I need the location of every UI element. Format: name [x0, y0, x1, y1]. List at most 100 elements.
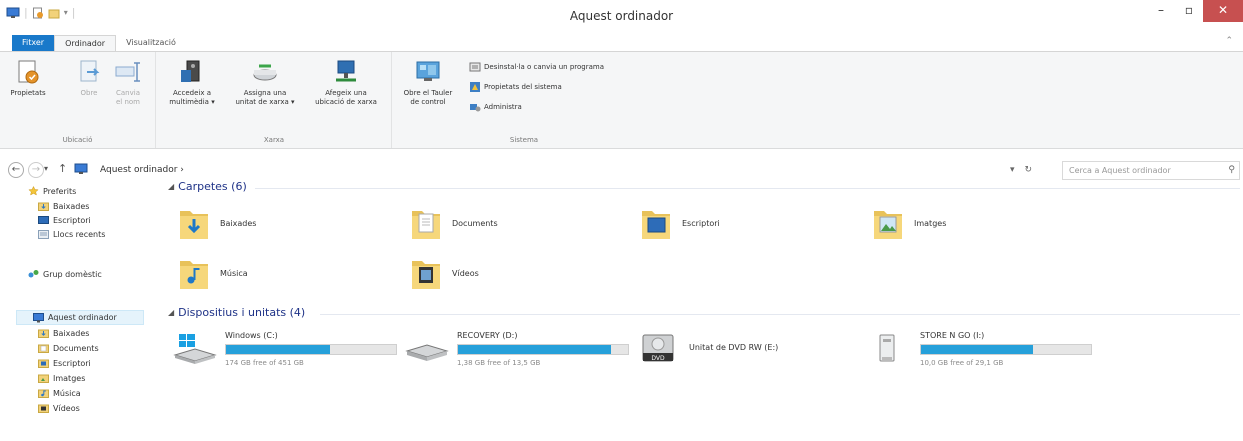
address-actions: ▾ ↻	[1010, 165, 1032, 175]
nav-pc-desktop[interactable]: Escriptori	[38, 358, 91, 368]
address-dropdown-icon[interactable]: ▾	[1010, 165, 1015, 175]
videos-folder-icon	[412, 261, 440, 289]
window-title: Aquest ordinador	[569, 9, 674, 23]
system-properties-button[interactable]: Propietats del sistema	[469, 81, 562, 93]
music-folder-icon	[180, 261, 208, 289]
folders-section-header[interactable]: ◢ Carpetes (6)	[168, 180, 247, 193]
open-control-panel-line1: Obre el Tauler	[403, 89, 453, 97]
star-icon	[28, 186, 39, 196]
ribbon-group-location: Propietats Obre Canvia el nom Ubicació	[0, 52, 156, 148]
group-label-system: Sistema	[509, 136, 539, 144]
forward-button[interactable]: →	[28, 162, 44, 178]
nav-pc-downloads[interactable]: Baixades	[38, 328, 89, 338]
downloads-folder-icon	[38, 202, 49, 211]
close-button[interactable]: ✕	[1203, 0, 1243, 22]
access-media-label: Accedeix a multimèdia ▾	[169, 89, 214, 106]
uninstall-program-button[interactable]: Desinstal·la o canvia un programa	[469, 61, 604, 73]
map-network-drive-line2: unitat de xarxa ▾	[235, 98, 295, 106]
navigation-pane: Preferits Baixades Escriptori Llocs rece…	[0, 180, 160, 441]
nav-pc-videos-label: Vídeos	[53, 403, 80, 413]
nav-pc-pictures[interactable]: Imatges	[38, 373, 85, 383]
folder-music-label: Música	[220, 268, 248, 278]
nav-pc-desktop-label: Escriptori	[53, 358, 91, 368]
open-button[interactable]: Obre	[74, 58, 104, 98]
nav-pc-documents[interactable]: Documents	[38, 343, 99, 353]
tab-file[interactable]: Fitxer	[12, 35, 55, 52]
nav-favorites-label: Preferits	[43, 186, 77, 196]
drive-free-space: 10,0 GB free of 29,1 GB	[920, 359, 1004, 367]
collapse-chevron-icon[interactable]: ◢	[168, 308, 174, 317]
breadcrumb[interactable]: Aquest ordinador ›	[100, 165, 184, 175]
tab-view[interactable]: Visualització	[116, 35, 186, 52]
nav-fav-desktop-label: Escriptori	[53, 215, 91, 225]
collapse-chevron-icon[interactable]: ◢	[168, 182, 174, 191]
folder-music[interactable]: Música	[178, 255, 248, 291]
nav-favorites[interactable]: Preferits	[28, 186, 76, 196]
ribbon-collapse-icon[interactable]: ⌃	[1225, 36, 1233, 46]
rename-label: Canvia el nom	[116, 89, 140, 106]
drive-usage-fill	[226, 345, 331, 354]
manage-label: Administra	[484, 103, 522, 111]
ribbon: Propietats Obre Canvia el nom Ubicació Ac…	[0, 51, 1243, 149]
up-button[interactable]: ↑	[58, 162, 67, 175]
nav-fav-downloads-label: Baixades	[53, 201, 90, 211]
refresh-icon[interactable]: ↻	[1025, 165, 1033, 175]
search-icon[interactable]: ⚲	[1228, 165, 1235, 175]
title-bar: | ▾ | Aquest ordinador – ▫ ✕	[0, 0, 1243, 30]
folder-pictures-label: Imatges	[914, 218, 947, 228]
folder-documents[interactable]: Documents	[410, 205, 498, 241]
nav-fav-desktop[interactable]: Escriptori	[38, 215, 91, 225]
folder-documents-label: Documents	[452, 218, 498, 228]
access-media-button[interactable]: Accedeix a multimèdia ▾	[163, 58, 221, 107]
drive-usage-fill	[458, 345, 611, 354]
add-network-location-button[interactable]: Afegeix una ubicació de xarxa	[307, 58, 385, 107]
system-properties-label: Propietats del sistema	[484, 83, 562, 91]
group-label-network: Xarxa	[263, 136, 285, 144]
open-control-panel-line2: de control	[410, 98, 446, 106]
nav-this-pc-label: Aquest ordinador	[48, 313, 117, 322]
manage-button[interactable]: Administra	[469, 101, 522, 113]
computer-icon	[74, 163, 88, 174]
add-network-location-line1: Afegeix una	[325, 89, 367, 97]
nav-fav-recent-places-label: Llocs recents	[53, 229, 106, 239]
drive-name: STORE N GO (I:)	[920, 331, 985, 340]
folder-pictures[interactable]: Imatges	[872, 205, 946, 241]
maximize-button[interactable]: ▫	[1175, 0, 1203, 22]
back-button[interactable]: ←	[8, 162, 24, 178]
downloads-folder-icon	[38, 329, 49, 338]
minimize-button[interactable]: –	[1147, 0, 1175, 22]
rename-icon	[115, 62, 140, 82]
add-network-location-line2: ubicació de xarxa	[315, 98, 377, 106]
folder-videos[interactable]: Vídeos	[410, 255, 479, 291]
documents-folder-icon	[412, 211, 440, 239]
folder-downloads[interactable]: Baixades	[178, 205, 256, 241]
folder-desktop-label: Escriptori	[682, 218, 720, 228]
rename-button[interactable]: Canvia el nom	[108, 58, 148, 107]
nav-pc-videos[interactable]: Vídeos	[38, 403, 80, 413]
music-folder-icon	[38, 389, 49, 398]
tab-computer[interactable]: Ordinador	[54, 35, 117, 52]
recent-locations-dropdown-icon[interactable]: ▾	[44, 164, 48, 173]
documents-folder-icon	[38, 344, 49, 353]
nav-pc-pictures-label: Imatges	[53, 373, 86, 383]
map-network-drive-button[interactable]: Assigna una unitat de xarxa ▾	[227, 58, 303, 107]
rename-label-line2: el nom	[115, 98, 140, 106]
properties-button[interactable]: Propietats	[8, 58, 48, 98]
network-location-icon	[336, 60, 356, 82]
access-media-line2: multimèdia ▾	[169, 98, 215, 106]
drive-free-space: 174 GB free of 451 GB	[225, 359, 304, 367]
nav-this-pc[interactable]: Aquest ordinador	[16, 310, 144, 325]
nav-homegroup[interactable]: Grup domèstic	[28, 269, 102, 279]
folder-desktop[interactable]: Escriptori	[640, 205, 720, 241]
nav-pc-music[interactable]: Música	[38, 388, 81, 398]
usb-drive-icon	[879, 334, 895, 362]
hard-drive-icon	[405, 344, 449, 361]
open-icon	[80, 60, 100, 82]
devices-section-title: Dispositius i unitats (4)	[178, 306, 306, 319]
nav-fav-downloads[interactable]: Baixades	[38, 201, 89, 211]
devices-section-header[interactable]: ◢ Dispositius i unitats (4)	[168, 306, 305, 319]
nav-fav-recent-places[interactable]: Llocs recents	[38, 229, 105, 239]
search-input[interactable]: Cerca a Aquest ordinador ⚲	[1062, 161, 1240, 180]
open-control-panel-button[interactable]: Obre el Tauler de control	[397, 58, 459, 107]
drive-name: RECOVERY (D:)	[457, 331, 518, 340]
